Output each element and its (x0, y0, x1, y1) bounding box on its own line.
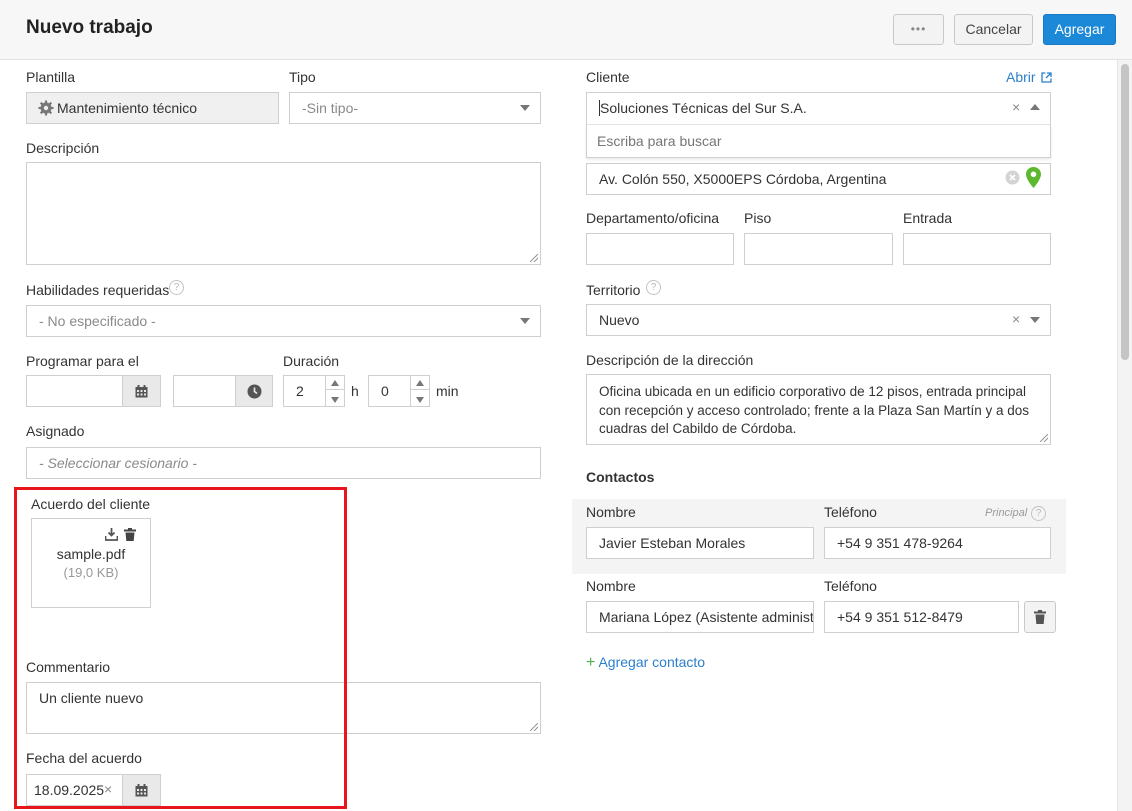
more-options-button[interactable]: ••• (893, 14, 944, 45)
template-value: Mantenimiento técnico (57, 100, 198, 116)
calendar-icon (135, 385, 148, 398)
contact-phone-input[interactable]: +54 9 351 512-8479 (824, 601, 1019, 633)
hours-stepper[interactable] (325, 375, 345, 407)
contact-name-input[interactable]: Javier Esteban Morales (586, 527, 814, 559)
schedule-date-input[interactable] (26, 375, 123, 407)
template-field[interactable]: Mantenimiento técnico (26, 92, 279, 124)
delete-contact-button[interactable] (1024, 601, 1056, 633)
clear-icon[interactable]: × (1012, 311, 1020, 327)
contact-phone-label: Teléfono (824, 504, 877, 520)
hours-unit: h (351, 383, 359, 399)
chevron-down-icon (331, 397, 339, 403)
minutes-stepper[interactable] (410, 375, 430, 407)
chevron-up-icon (1030, 104, 1040, 110)
calendar-button[interactable] (122, 375, 161, 407)
assignee-value: - Seleccionar cesionario - (39, 455, 197, 471)
territory-label: Territorio (586, 282, 641, 298)
contact-name-label: Nombre (586, 578, 636, 594)
contact-phone-value: +54 9 351 478-9264 (837, 535, 963, 551)
help-icon[interactable]: ? (169, 280, 184, 295)
address-description-value: Oficina ubicada en un edificio corporati… (599, 384, 1029, 436)
highlight-box (14, 487, 347, 809)
resize-handle-icon[interactable] (530, 723, 538, 731)
entrance-input[interactable] (903, 233, 1051, 265)
department-input[interactable] (586, 233, 734, 265)
type-value: -Sin tipo- (302, 100, 359, 116)
help-icon[interactable]: ? (1031, 506, 1046, 521)
chevron-down-icon (416, 397, 424, 403)
contact-phone-label: Teléfono (824, 578, 877, 594)
description-textarea[interactable] (26, 162, 541, 265)
scrollbar-thumb[interactable] (1121, 64, 1129, 360)
address-description-label: Descripción de la dirección (586, 352, 754, 368)
resize-handle-icon[interactable] (530, 254, 538, 262)
clear-icon[interactable]: × (1012, 99, 1020, 115)
primary-label: Principal (985, 507, 1028, 519)
dialog-header: Nuevo trabajo ••• Cancelar Agregar (0, 0, 1132, 60)
entrance-label: Entrada (903, 210, 953, 226)
contact-name-label: Nombre (586, 504, 636, 520)
duration-minutes-value: 0 (381, 383, 389, 399)
chevron-up-icon (416, 380, 424, 386)
add-button[interactable]: Agregar (1043, 14, 1116, 45)
open-client-link[interactable]: Abrir (1006, 69, 1053, 85)
client-select[interactable]: Soluciones Técnicas del Sur S.A. (586, 92, 1051, 124)
schedule-label: Programar para el (26, 353, 139, 369)
duration-hours-value: 2 (296, 383, 304, 399)
client-search-dropdown (586, 124, 1051, 158)
plus-icon: + (586, 654, 596, 671)
contact-phone-value: +54 9 351 512-8479 (837, 609, 963, 625)
assignee-select[interactable]: - Seleccionar cesionario - (26, 447, 541, 479)
map-pin-icon[interactable] (1026, 167, 1041, 188)
clock-button[interactable] (235, 375, 273, 407)
floor-label: Piso (744, 210, 772, 226)
address-input[interactable]: Av. Colón 550, X5000EPS Córdoba, Argenti… (586, 163, 1051, 195)
contact-name-value: Mariana López (Asistente administrativa) (599, 609, 814, 625)
type-label: Tipo (289, 69, 316, 85)
client-value: Soluciones Técnicas del Sur S.A. (599, 100, 807, 116)
page-title: Nuevo trabajo (26, 17, 153, 38)
template-label: Plantilla (26, 69, 76, 85)
cancel-button[interactable]: Cancelar (954, 14, 1033, 45)
resize-handle-icon[interactable] (1040, 434, 1048, 442)
contact-phone-input[interactable]: +54 9 351 478-9264 (824, 527, 1051, 559)
chevron-down-icon (1030, 317, 1040, 323)
contact-name-input[interactable]: Mariana López (Asistente administrativa) (586, 601, 814, 633)
department-label: Departamento/oficina (586, 210, 720, 226)
contact-name-value: Javier Esteban Morales (599, 535, 746, 551)
assigned-label: Asignado (26, 423, 85, 439)
clock-icon (247, 384, 262, 399)
client-search-input[interactable] (587, 125, 1050, 157)
schedule-time-input[interactable] (173, 375, 236, 407)
trash-icon (1034, 610, 1046, 624)
external-link-icon (1041, 72, 1053, 83)
open-link-text: Abrir (1006, 69, 1036, 85)
territory-value: Nuevo (599, 312, 640, 328)
description-label: Descripción (26, 140, 100, 156)
duration-label: Duración (283, 353, 340, 369)
floor-input[interactable] (744, 233, 893, 265)
skills-value: - No especificado - (39, 313, 156, 329)
help-icon[interactable]: ? (646, 280, 661, 295)
clear-address-icon[interactable] (1005, 170, 1020, 185)
chevron-down-icon (520, 318, 530, 324)
chevron-up-icon (331, 380, 339, 386)
skills-select[interactable]: - No especificado - (26, 305, 541, 337)
address-description-textarea[interactable]: Oficina ubicada en un edificio corporati… (586, 374, 1051, 445)
contacts-title: Contactos (586, 469, 655, 485)
minutes-unit: min (436, 383, 459, 399)
add-contact-link[interactable]: + Agregar contacto (586, 654, 705, 672)
client-label: Cliente (586, 69, 630, 85)
chevron-down-icon (520, 105, 530, 111)
gear-icon (38, 100, 54, 116)
address-value: Av. Colón 550, X5000EPS Córdoba, Argenti… (599, 171, 887, 187)
skills-label: Habilidades requeridas (26, 282, 170, 298)
territory-select[interactable]: Nuevo (586, 304, 1051, 336)
add-contact-label: Agregar contacto (598, 654, 706, 670)
type-select[interactable]: -Sin tipo- (289, 92, 541, 124)
